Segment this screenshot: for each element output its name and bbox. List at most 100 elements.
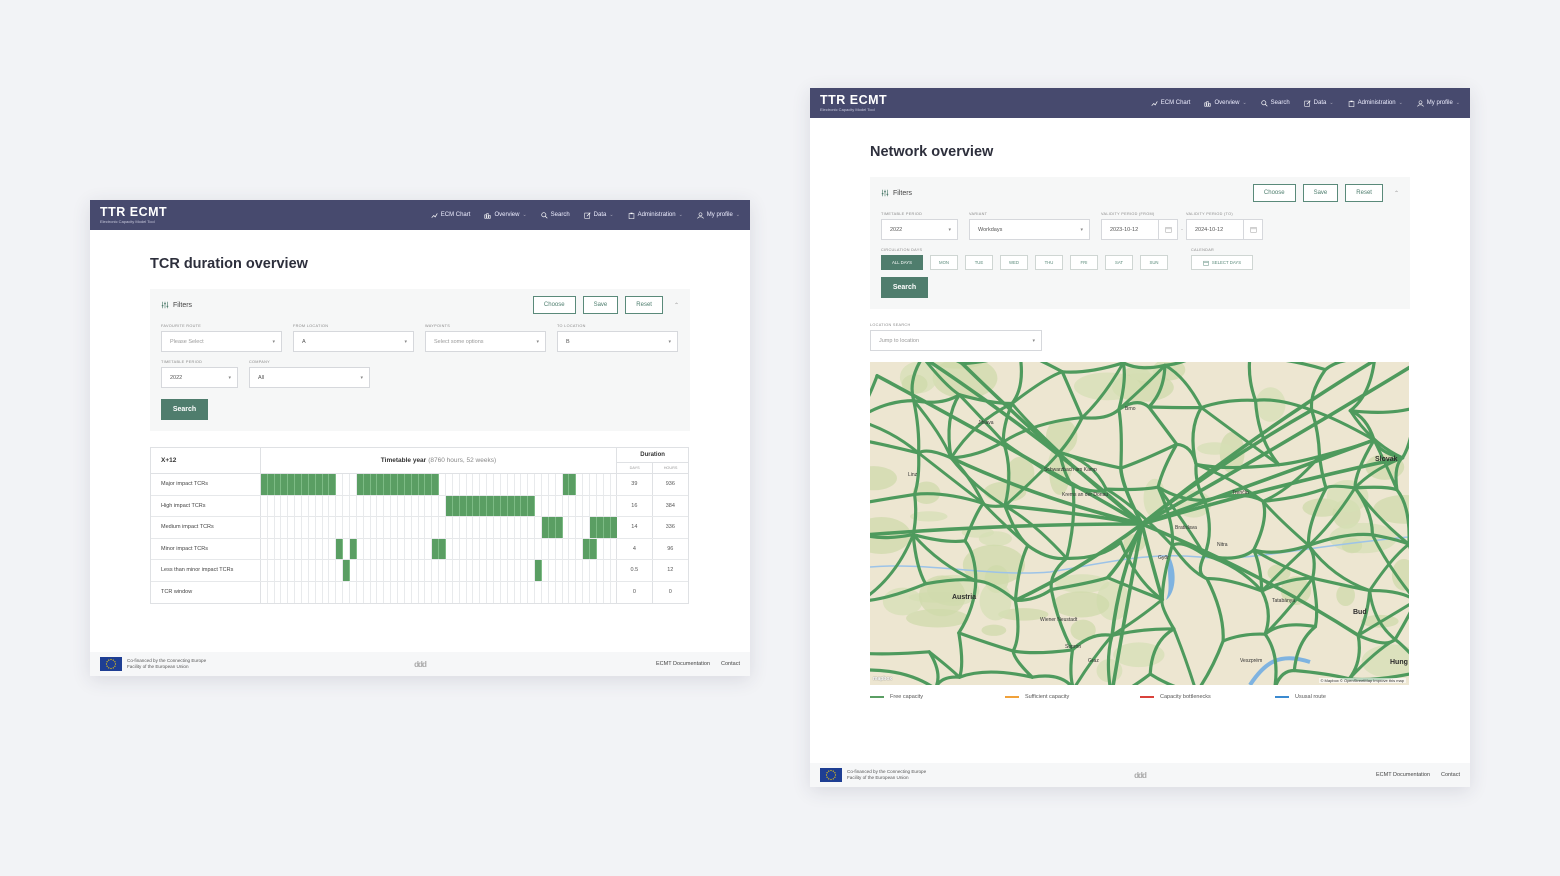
rail-line[interactable] <box>1247 362 1258 402</box>
tcr-week-cell[interactable] <box>398 560 405 581</box>
tcr-week-filled[interactable] <box>404 474 412 495</box>
tcr-week-cell[interactable] <box>405 495 412 516</box>
tcr-week-cell[interactable] <box>473 474 481 495</box>
tcr-week-cell[interactable] <box>611 582 617 604</box>
tcr-week-cell[interactable] <box>281 560 289 581</box>
tcr-week-cell[interactable] <box>549 474 556 495</box>
tcr-week-cell[interactable] <box>288 495 296 516</box>
tcr-week-filled[interactable] <box>315 474 323 495</box>
company-select[interactable]: All ▾ <box>249 367 370 388</box>
tcr-week-cell[interactable] <box>549 581 556 603</box>
tcr-week-cell[interactable] <box>446 581 453 603</box>
tcr-week-filled[interactable] <box>555 517 563 538</box>
tcr-week-cell[interactable] <box>535 581 543 603</box>
tcr-week-filled[interactable] <box>480 495 488 516</box>
tcr-week-cell[interactable] <box>604 495 611 516</box>
rail-line[interactable] <box>1310 408 1376 442</box>
rail-line[interactable] <box>1196 639 1225 685</box>
documentation-link[interactable]: ECMT Documentation <box>656 661 710 667</box>
tcr-week-cell[interactable] <box>597 560 604 581</box>
tcr-week-cell[interactable] <box>268 560 275 581</box>
tcr-week-cell[interactable] <box>487 474 495 495</box>
rail-line[interactable] <box>1069 648 1075 685</box>
tcr-week-filled[interactable] <box>295 474 302 495</box>
rail-line[interactable] <box>911 533 967 544</box>
tcr-week-filled[interactable] <box>459 495 467 516</box>
tcr-week-cell[interactable] <box>446 517 453 538</box>
tcr-week-filled[interactable] <box>411 474 419 495</box>
tcr-week-cell[interactable] <box>419 495 426 516</box>
contact-link[interactable]: Contact <box>721 661 740 667</box>
tcr-week-cell[interactable] <box>309 538 316 559</box>
tcr-week-cell[interactable] <box>302 581 309 603</box>
tcr-week-filled[interactable] <box>583 538 591 559</box>
tcr-week-cell[interactable] <box>343 538 350 559</box>
tcr-week-cell[interactable] <box>275 538 282 559</box>
calendar-icon[interactable] <box>1243 219 1263 240</box>
tcr-week-filled[interactable] <box>514 495 522 516</box>
rail-line[interactable] <box>1348 409 1404 460</box>
menu-ecm-chart[interactable]: ECM Chart <box>431 212 470 219</box>
tcr-week-cell[interactable] <box>350 581 357 603</box>
tcr-week-cell[interactable] <box>583 560 591 581</box>
tcr-week-cell[interactable] <box>336 581 344 603</box>
tcr-week-cell[interactable] <box>288 581 296 603</box>
tcr-week-cell[interactable] <box>288 517 296 538</box>
tcr-week-cell[interactable] <box>391 538 398 559</box>
tcr-week-cell[interactable] <box>535 474 543 495</box>
tcr-week-cell[interactable] <box>316 495 323 516</box>
rail-line[interactable] <box>1147 405 1203 410</box>
choose-button[interactable]: Choose <box>1252 184 1296 202</box>
tcr-week-cell[interactable] <box>467 517 474 538</box>
menu-search[interactable]: Search <box>1261 99 1290 107</box>
tcr-week-cell[interactable] <box>384 581 392 603</box>
rail-line[interactable] <box>1019 362 1064 374</box>
rail-line[interactable] <box>1060 370 1084 420</box>
rail-line[interactable] <box>957 631 964 679</box>
tcr-week-cell[interactable] <box>432 517 440 538</box>
tcr-week-cell[interactable] <box>535 495 543 516</box>
tcr-week-cell[interactable] <box>446 538 453 559</box>
tcr-week-cell[interactable] <box>295 581 302 603</box>
tcr-week-cell[interactable] <box>316 560 323 581</box>
tcr-week-cell[interactable] <box>323 538 330 559</box>
rail-line[interactable] <box>1263 632 1278 685</box>
tcr-week-cell[interactable] <box>364 495 371 516</box>
tcr-week-filled[interactable] <box>596 517 604 538</box>
filters-title[interactable]: Filters <box>881 189 912 197</box>
tcr-week-cell[interactable] <box>569 538 577 559</box>
day-toggle-thu[interactable]: THU <box>1035 255 1063 270</box>
tcr-week-cell[interactable] <box>405 560 412 581</box>
tcr-week-cell[interactable] <box>542 538 549 559</box>
tcr-week-cell[interactable] <box>316 581 323 603</box>
tcr-week-cell[interactable] <box>611 560 617 581</box>
tcr-week-cell[interactable] <box>515 560 522 581</box>
tcr-week-filled[interactable] <box>521 495 529 516</box>
tcr-week-cell[interactable] <box>590 474 597 495</box>
tcr-week-cell[interactable] <box>323 517 330 538</box>
rail-line[interactable] <box>1368 588 1409 601</box>
menu-search[interactable]: Search <box>541 211 570 219</box>
tcr-week-cell[interactable] <box>309 581 316 603</box>
tcr-week-cell[interactable] <box>494 517 501 538</box>
tcr-week-cell[interactable] <box>569 581 577 603</box>
tcr-week-filled[interactable] <box>562 474 570 495</box>
tcr-week-cell[interactable] <box>521 538 529 559</box>
rail-line[interactable] <box>1309 368 1327 412</box>
tcr-week-cell[interactable] <box>576 560 584 581</box>
tcr-week-cell[interactable] <box>432 495 440 516</box>
tcr-week-cell[interactable] <box>563 560 570 581</box>
tcr-week-filled[interactable] <box>446 495 453 516</box>
menu-my-profile[interactable]: My profile ⌄ <box>697 211 740 219</box>
tcr-week-cell[interactable] <box>323 560 330 581</box>
menu-data[interactable]: Data ⌄ <box>584 211 614 219</box>
day-toggle-wed[interactable]: WED <box>1000 255 1028 270</box>
tcr-week-filled[interactable] <box>569 474 577 495</box>
tcr-week-cell[interactable] <box>350 474 357 495</box>
tcr-week-cell[interactable] <box>357 517 364 538</box>
tcr-week-cell[interactable] <box>350 560 357 581</box>
tcr-week-cell[interactable] <box>453 560 460 581</box>
tcr-week-cell[interactable] <box>405 517 412 538</box>
tcr-week-cell[interactable] <box>597 538 604 559</box>
tcr-week-cell[interactable] <box>384 495 392 516</box>
